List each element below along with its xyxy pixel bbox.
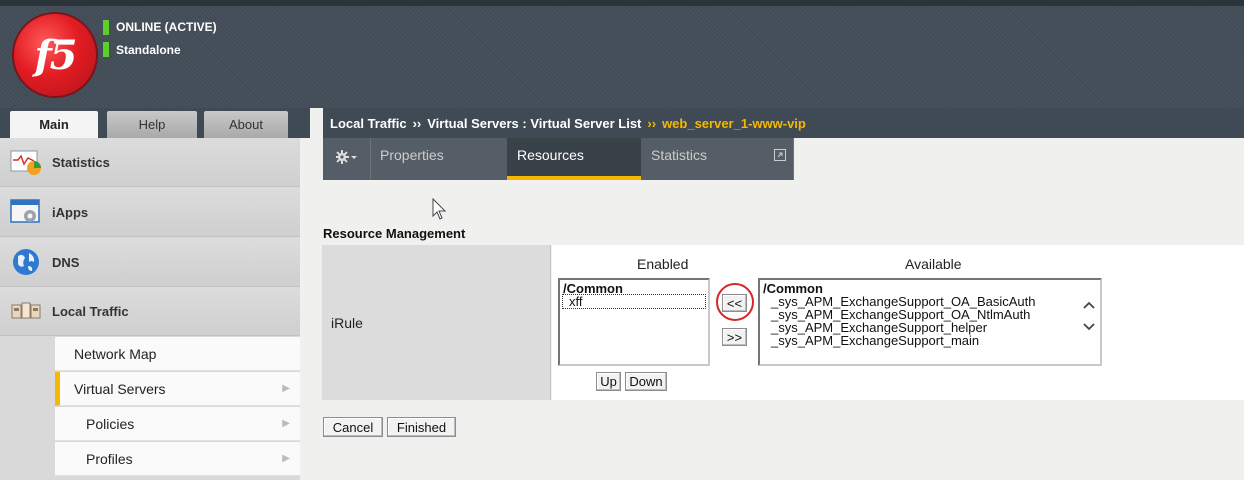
sidebar: Statistics iApps DNS Local Traffic Netwo… (0, 138, 300, 480)
tab-help[interactable]: Help (107, 111, 197, 138)
dns-globe-icon (10, 246, 42, 278)
sidebar-item-label: Statistics (52, 154, 110, 170)
header-banner: f5 ONLINE (ACTIVE) Standalone (0, 0, 1244, 108)
chevron-right-icon: ▶ (282, 418, 290, 429)
list-scroll-control[interactable] (1082, 300, 1096, 332)
move-right-button[interactable]: >> (722, 328, 747, 346)
breadcrumb: Local Traffic ›› Virtual Servers : Virtu… (323, 108, 1244, 138)
subnav-virtual-servers[interactable]: Virtual Servers ▶ (55, 372, 300, 406)
sidebar-item-statistics[interactable]: Statistics (0, 138, 300, 187)
subnav-network-map[interactable]: Network Map (55, 337, 300, 371)
irule-selector: Enabled Available /Common xff << >> /Com… (552, 245, 1244, 400)
move-left-button[interactable]: << (722, 294, 747, 312)
irule-label: iRule (331, 315, 363, 331)
resource-table: iRule Enabled Available /Common xff << >… (322, 245, 1244, 400)
sidebar-item-label: DNS (52, 254, 80, 270)
breadcrumb-separator: ›› (647, 115, 657, 131)
chevron-up-icon[interactable] (1083, 300, 1095, 310)
sidebar-item-label: Local Traffic (52, 304, 129, 319)
list-group-header: /Common (563, 281, 623, 296)
tab-properties[interactable]: Properties (371, 138, 507, 180)
breadcrumb-current: web_server_1-www-vip (662, 115, 806, 131)
gear-icon (334, 150, 358, 167)
tab-resources[interactable]: Resources (507, 138, 641, 180)
chevron-right-icon: ▶ (282, 453, 290, 464)
available-header: Available (905, 256, 962, 272)
tab-about[interactable]: About (204, 111, 288, 138)
subnav-label: Network Map (74, 345, 157, 362)
list-item[interactable]: _sys_APM_ExchangeSupport_main (763, 334, 1097, 347)
iapps-window-icon (10, 196, 42, 228)
section-title: Resource Management (323, 226, 466, 241)
tab-main[interactable]: Main (10, 111, 98, 138)
subnav-policies[interactable]: Policies ▶ (55, 407, 300, 441)
tab-divider (793, 138, 794, 180)
logo-text: f5 (34, 31, 77, 79)
breadcrumb-separator: ›› (412, 115, 422, 131)
sidebar-item-iapps[interactable]: iApps (0, 188, 300, 237)
subnav-label: Profiles (86, 450, 133, 467)
status-indicator-online (103, 20, 109, 35)
breadcrumb-virtual-servers[interactable]: Virtual Servers : Virtual Server List (427, 116, 641, 131)
breadcrumb-local-traffic[interactable]: Local Traffic (330, 116, 407, 131)
subnav-label: Virtual Servers (74, 380, 166, 397)
finished-button[interactable]: Finished (387, 417, 456, 437)
move-down-button[interactable]: Down (625, 372, 667, 391)
mouse-cursor-icon (432, 197, 448, 225)
status-indicator-standalone (103, 42, 109, 57)
tab-statistics[interactable]: Statistics (641, 138, 767, 180)
object-tabbar: Properties Resources Statistics (323, 138, 794, 180)
gear-menu-button[interactable] (323, 138, 370, 180)
local-traffic-icon (10, 296, 42, 328)
sidebar-item-local-traffic[interactable]: Local Traffic (0, 288, 300, 336)
status-online-text: ONLINE (ACTIVE) (116, 20, 217, 34)
available-irule-list[interactable]: /Common _sys_APM_ExchangeSupport_OA_Basi… (758, 278, 1102, 366)
chevron-right-icon: ▶ (282, 383, 290, 394)
f5-logo[interactable]: f5 (14, 14, 96, 96)
chevron-down-icon[interactable] (1083, 322, 1095, 332)
enabled-irule-list[interactable]: /Common xff (558, 278, 710, 366)
sidebar-item-dns[interactable]: DNS (0, 238, 300, 287)
cancel-button[interactable]: Cancel (323, 417, 383, 437)
move-up-button[interactable]: Up (596, 372, 621, 391)
popout-button[interactable] (767, 138, 793, 180)
header-topline (0, 0, 1244, 6)
popout-icon (774, 148, 786, 164)
enabled-header: Enabled (637, 256, 689, 272)
statistics-chart-icon (10, 146, 42, 178)
list-item[interactable]: xff (562, 294, 706, 309)
sidebar-item-label: iApps (52, 204, 89, 220)
nav-tab-bar: Main Help About (0, 108, 310, 138)
subnav-profiles[interactable]: Profiles ▶ (55, 442, 300, 476)
subnav-label: Policies (86, 415, 135, 432)
status-standalone-text: Standalone (116, 43, 181, 57)
row-label-cell: iRule (322, 245, 551, 400)
